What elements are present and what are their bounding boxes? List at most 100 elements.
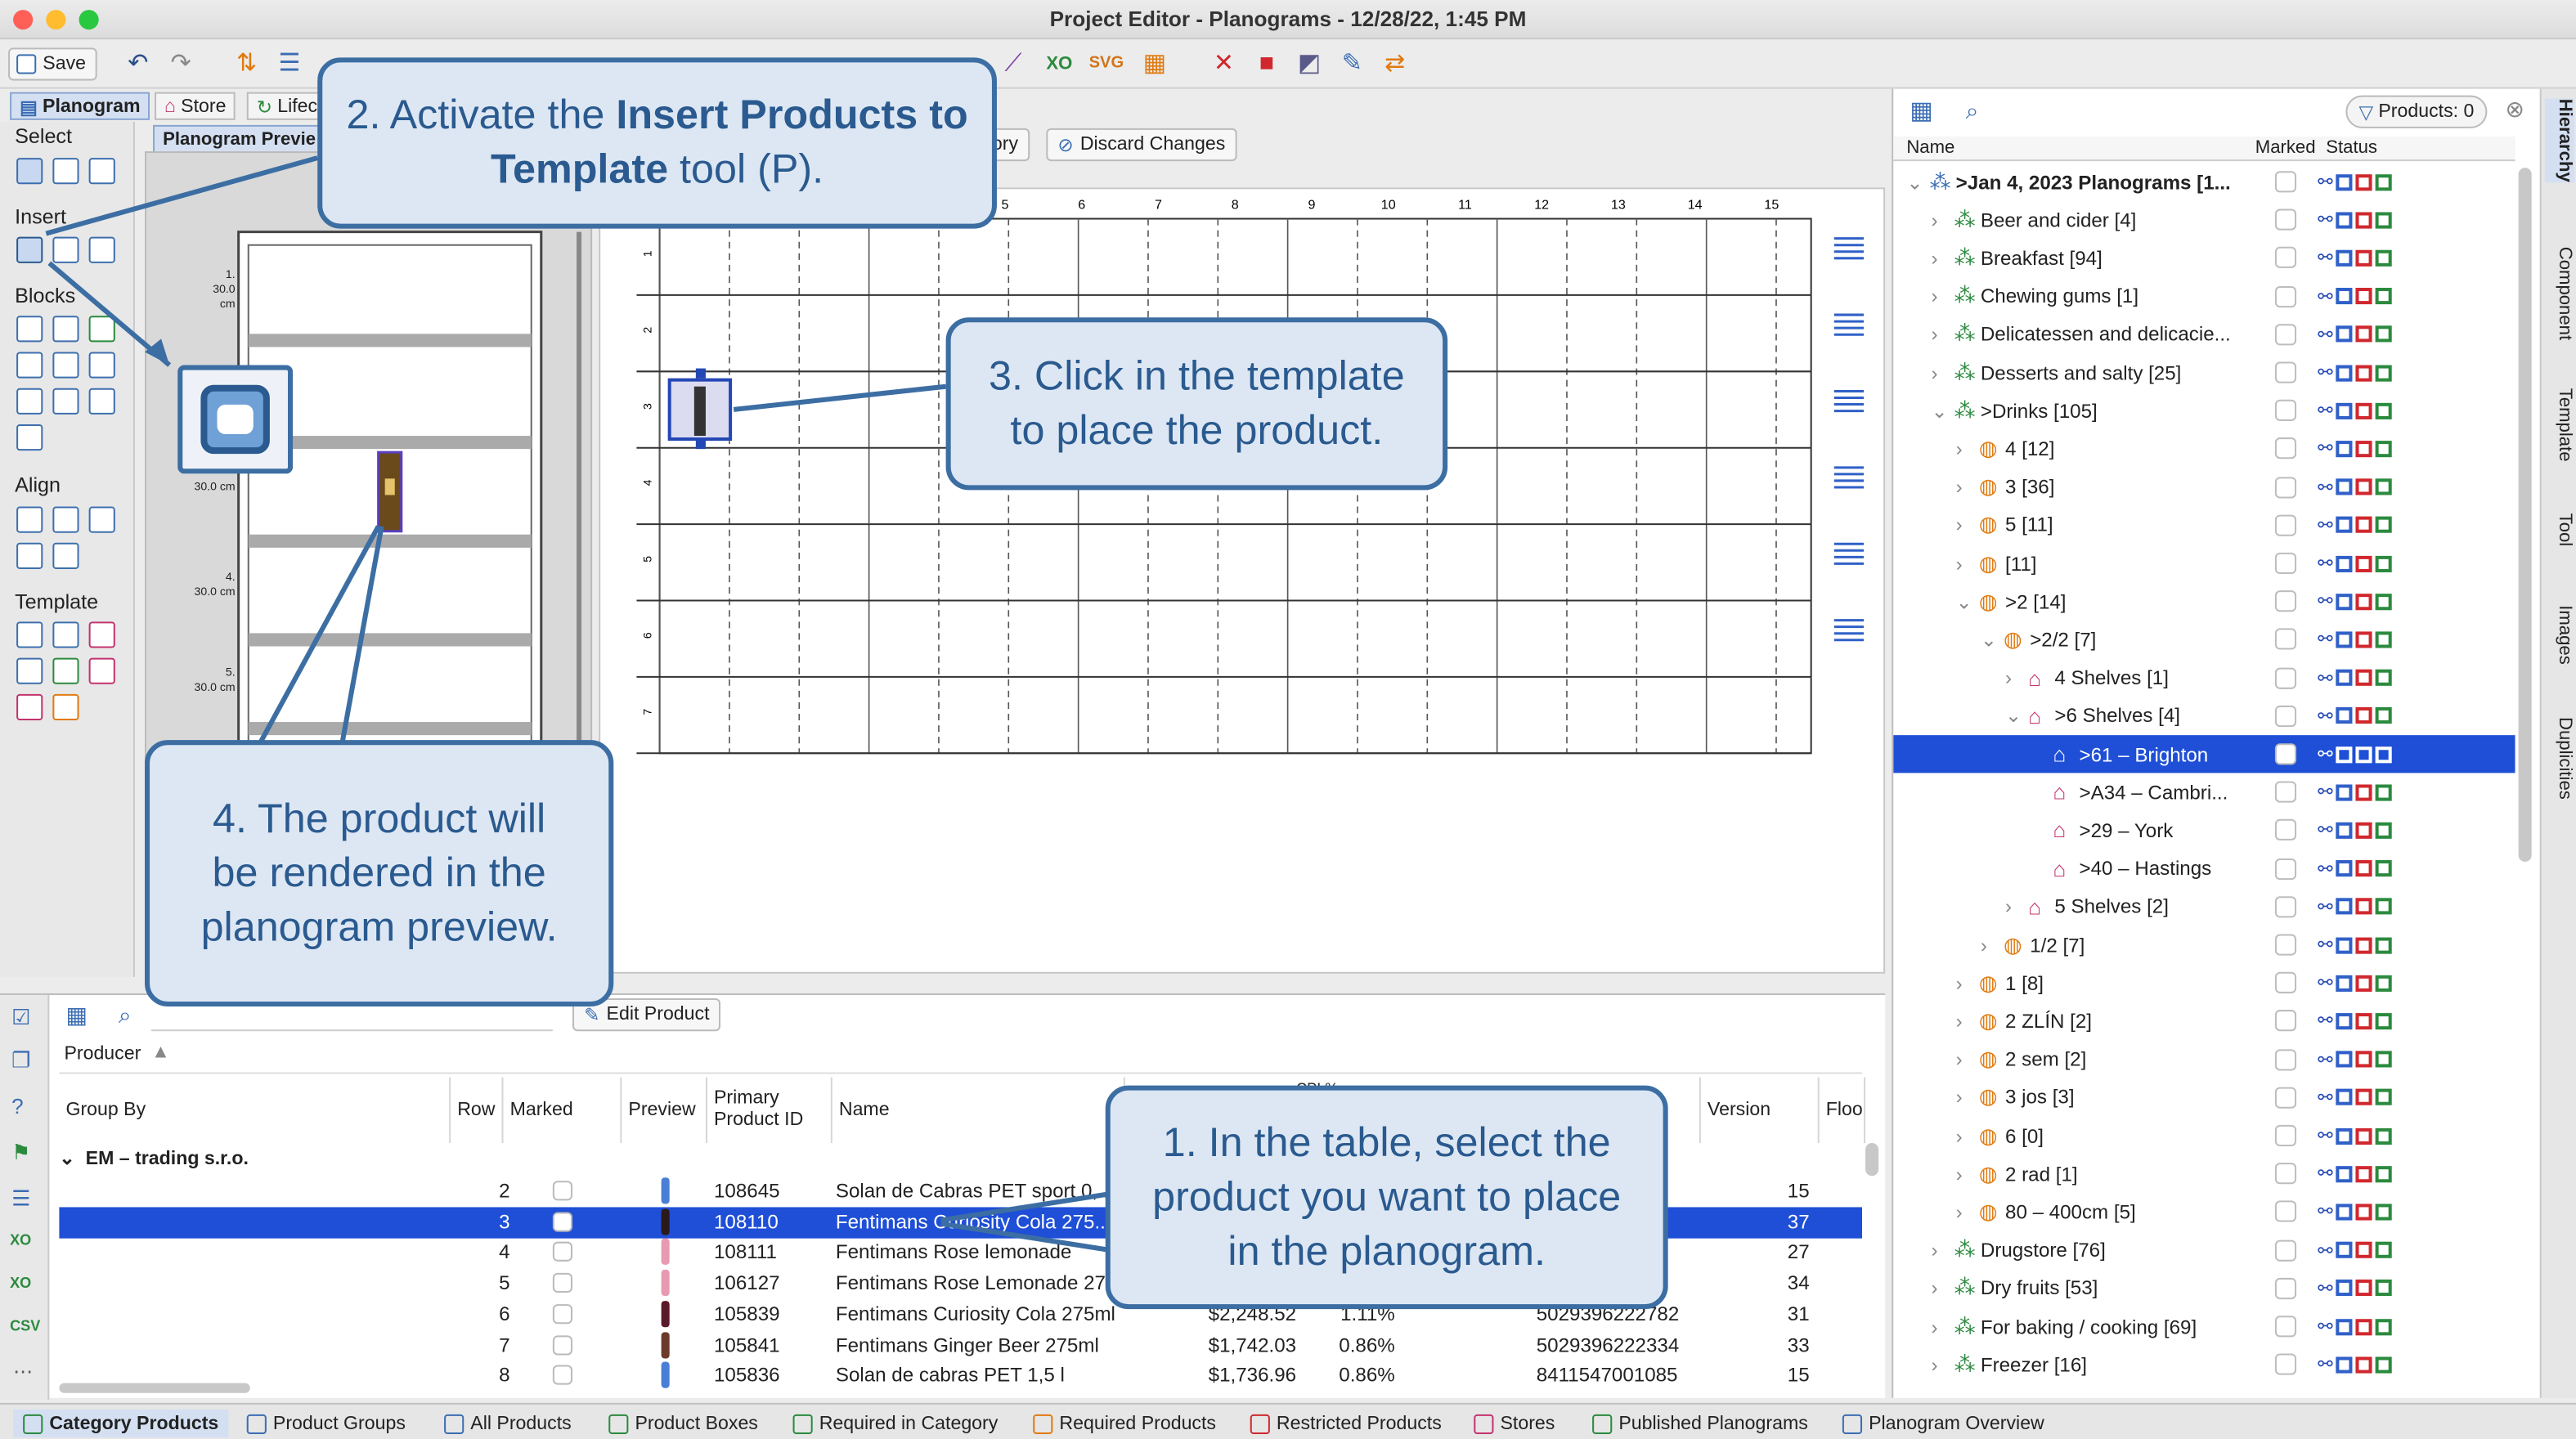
expand-chevron-icon[interactable]: ⌄ <box>1981 628 1997 651</box>
vtab-component[interactable]: Component <box>2545 247 2574 340</box>
products-filter-button[interactable]: ▽ Products: 0 <box>2345 95 2488 128</box>
bottom-tab[interactable]: Product Groups <box>246 1410 406 1437</box>
insert-products-to-template-icon[interactable] <box>16 236 43 263</box>
marked-checkbox[interactable] <box>2274 1010 2297 1032</box>
header-version[interactable]: Version <box>1701 1077 1820 1143</box>
align-right-icon[interactable] <box>88 506 115 533</box>
block-copy-icon[interactable] <box>88 352 115 379</box>
table-icon[interactable]: ▦ <box>65 1002 88 1029</box>
column-marked[interactable]: Marked <box>2255 138 2316 158</box>
resize-handle-bottom[interactable] <box>695 439 706 450</box>
tree-item[interactable]: › ◍ 1/2 [7] ⚯ <box>1893 926 2515 963</box>
marked-checkbox[interactable] <box>2274 1048 2297 1070</box>
expand-chevron-icon[interactable]: › <box>1956 1010 1963 1033</box>
expand-chevron-icon[interactable]: › <box>1932 285 1938 307</box>
header-primary-product-id[interactable]: Primary Product ID <box>707 1077 832 1143</box>
marked-checkbox[interactable] <box>2274 361 2297 383</box>
row-marked-checkbox[interactable] <box>552 1242 573 1262</box>
marked-checkbox[interactable] <box>2274 323 2297 346</box>
marked-checkbox[interactable] <box>2274 476 2297 498</box>
expand-chevron-icon[interactable]: › <box>1956 1124 1963 1147</box>
tree-scrollbar[interactable] <box>2518 168 2532 863</box>
collapse-chevron-icon[interactable]: ⌄ <box>59 1150 74 1169</box>
tree-item[interactable]: ⌄ ⌂ >6 Shelves [4] ⚯ <box>1893 697 2515 734</box>
table-row[interactable]: 7 105841 Fentimans Ginger Beer 275ml $1,742… <box>59 1329 1862 1361</box>
tree-item[interactable]: ⌂ >40 – Hastings ⚯ <box>1893 850 2515 887</box>
discard-changes-button[interactable]: ⊘ Discard Changes <box>1046 128 1237 162</box>
template-pink-icon[interactable] <box>88 657 115 684</box>
align-left-icon[interactable] <box>16 506 43 533</box>
marked-checkbox[interactable] <box>2274 1201 2297 1223</box>
header-row[interactable]: Row <box>451 1077 504 1143</box>
tree-item[interactable]: › ⌂ 5 Shelves [2] ⚯ <box>1893 888 2515 926</box>
marked-checkbox[interactable] <box>2274 514 2297 536</box>
marked-checkbox[interactable] <box>2274 1316 2297 1338</box>
insert-x-icon[interactable] <box>52 236 79 263</box>
check-icon[interactable]: ☑ <box>11 1005 30 1031</box>
delete-icon[interactable]: ✕ <box>1207 47 1240 80</box>
bottom-tab[interactable]: Required in Category <box>792 1410 998 1437</box>
block-split-icon[interactable] <box>52 388 79 415</box>
expand-chevron-icon[interactable]: › <box>1956 1048 1963 1071</box>
planogram-icon[interactable]: ▦ <box>1138 47 1171 80</box>
marked-checkbox[interactable] <box>2274 781 2297 803</box>
tree-item[interactable]: › ⁂ Desserts and salty [25] ⚯ <box>1893 353 2515 391</box>
undo-icon[interactable]: ↶ <box>122 47 155 80</box>
marked-checkbox[interactable] <box>2274 285 2297 307</box>
column-status[interactable]: Status <box>2326 138 2377 158</box>
bottom-tab[interactable]: Product Boxes <box>608 1410 758 1437</box>
expand-chevron-icon[interactable]: › <box>1956 971 1963 994</box>
group-row[interactable]: ⌄ EM – trading s.r.o. <box>59 1146 249 1169</box>
block-merge-icon[interactable] <box>88 388 115 415</box>
vtab-template[interactable]: Template <box>2545 388 2574 462</box>
tree-item[interactable]: › ◍ 2 sem [2] ⚯ <box>1893 1040 2515 1078</box>
edit-icon[interactable]: ✎ <box>1335 47 1368 80</box>
bottom-tab[interactable]: Required Products <box>1033 1410 1216 1437</box>
tree-item[interactable]: › ◍ 2 ZLÍN [2] ⚯ <box>1893 1002 2515 1040</box>
expand-chevron-icon[interactable]: › <box>1932 1353 1938 1376</box>
tree-item[interactable]: ⌄ ⁂ >Jan 4, 2023 Planograms [1... ⚯ <box>1893 163 2515 200</box>
svg-export-icon[interactable]: SVG <box>1089 47 1124 80</box>
resize-handle-top[interactable] <box>695 368 706 379</box>
select-tool-icon[interactable] <box>16 158 43 185</box>
block-grid-icon[interactable] <box>16 316 43 343</box>
marked-checkbox[interactable] <box>2274 171 2297 193</box>
expand-chevron-icon[interactable]: › <box>1956 1086 1963 1109</box>
template-rows-icon[interactable] <box>16 657 43 684</box>
flag-icon[interactable]: ⚑ <box>11 1140 30 1166</box>
tree-item[interactable]: › ◍ 4 [12] ⚯ <box>1893 430 2515 468</box>
block-arrow-icon[interactable] <box>16 388 43 415</box>
select-area-icon[interactable] <box>52 158 79 185</box>
save-button[interactable]: Save <box>8 47 98 81</box>
template-warning-icon[interactable] <box>52 693 79 721</box>
row-marked-checkbox[interactable] <box>552 1181 573 1201</box>
row-marked-checkbox[interactable] <box>552 1365 573 1386</box>
expand-chevron-icon[interactable]: › <box>1932 361 1938 384</box>
marked-checkbox[interactable] <box>2274 590 2297 612</box>
tab-store[interactable]: ⌂ Store <box>155 92 236 120</box>
vtab-hierarchy[interactable]: Hierarchy <box>2544 98 2574 182</box>
expand-chevron-icon[interactable]: › <box>2005 895 2012 918</box>
csv-icon[interactable]: CSV <box>10 1317 40 1334</box>
expand-chevron-icon[interactable]: ⌄ <box>2005 705 2022 728</box>
tree-item[interactable]: › ◍ 5 [11] ⚯ <box>1893 506 2515 544</box>
header-preview[interactable]: Preview <box>622 1077 707 1143</box>
copy-icon[interactable]: ❐ <box>11 1047 30 1074</box>
tree-item[interactable]: › ⁂ Dry fruits [53] ⚯ <box>1893 1269 2515 1307</box>
tree-item[interactable]: › ⁂ Beer and cider [4] ⚯ <box>1893 201 2515 239</box>
chart-icon[interactable]: ⟋ <box>997 47 1030 80</box>
template-table-icon[interactable] <box>52 621 79 648</box>
marked-checkbox[interactable] <box>2274 858 2297 880</box>
expand-chevron-icon[interactable]: › <box>1932 247 1938 270</box>
align-bottom-icon[interactable] <box>16 542 43 569</box>
help-icon[interactable]: ? <box>11 1094 24 1118</box>
header-marked[interactable]: Marked <box>504 1077 622 1143</box>
sort-icon[interactable]: ⇅ <box>231 47 263 80</box>
expand-chevron-icon[interactable]: › <box>1956 552 1963 575</box>
table-view-icon[interactable]: ▦ <box>1910 96 1933 125</box>
template-color-icon[interactable] <box>88 621 115 648</box>
insert-text-icon[interactable] <box>88 236 115 263</box>
expand-chevron-icon[interactable]: › <box>1932 323 1938 346</box>
header-name[interactable]: Name <box>832 1077 1125 1143</box>
template-grid-icon[interactable] <box>16 621 43 648</box>
